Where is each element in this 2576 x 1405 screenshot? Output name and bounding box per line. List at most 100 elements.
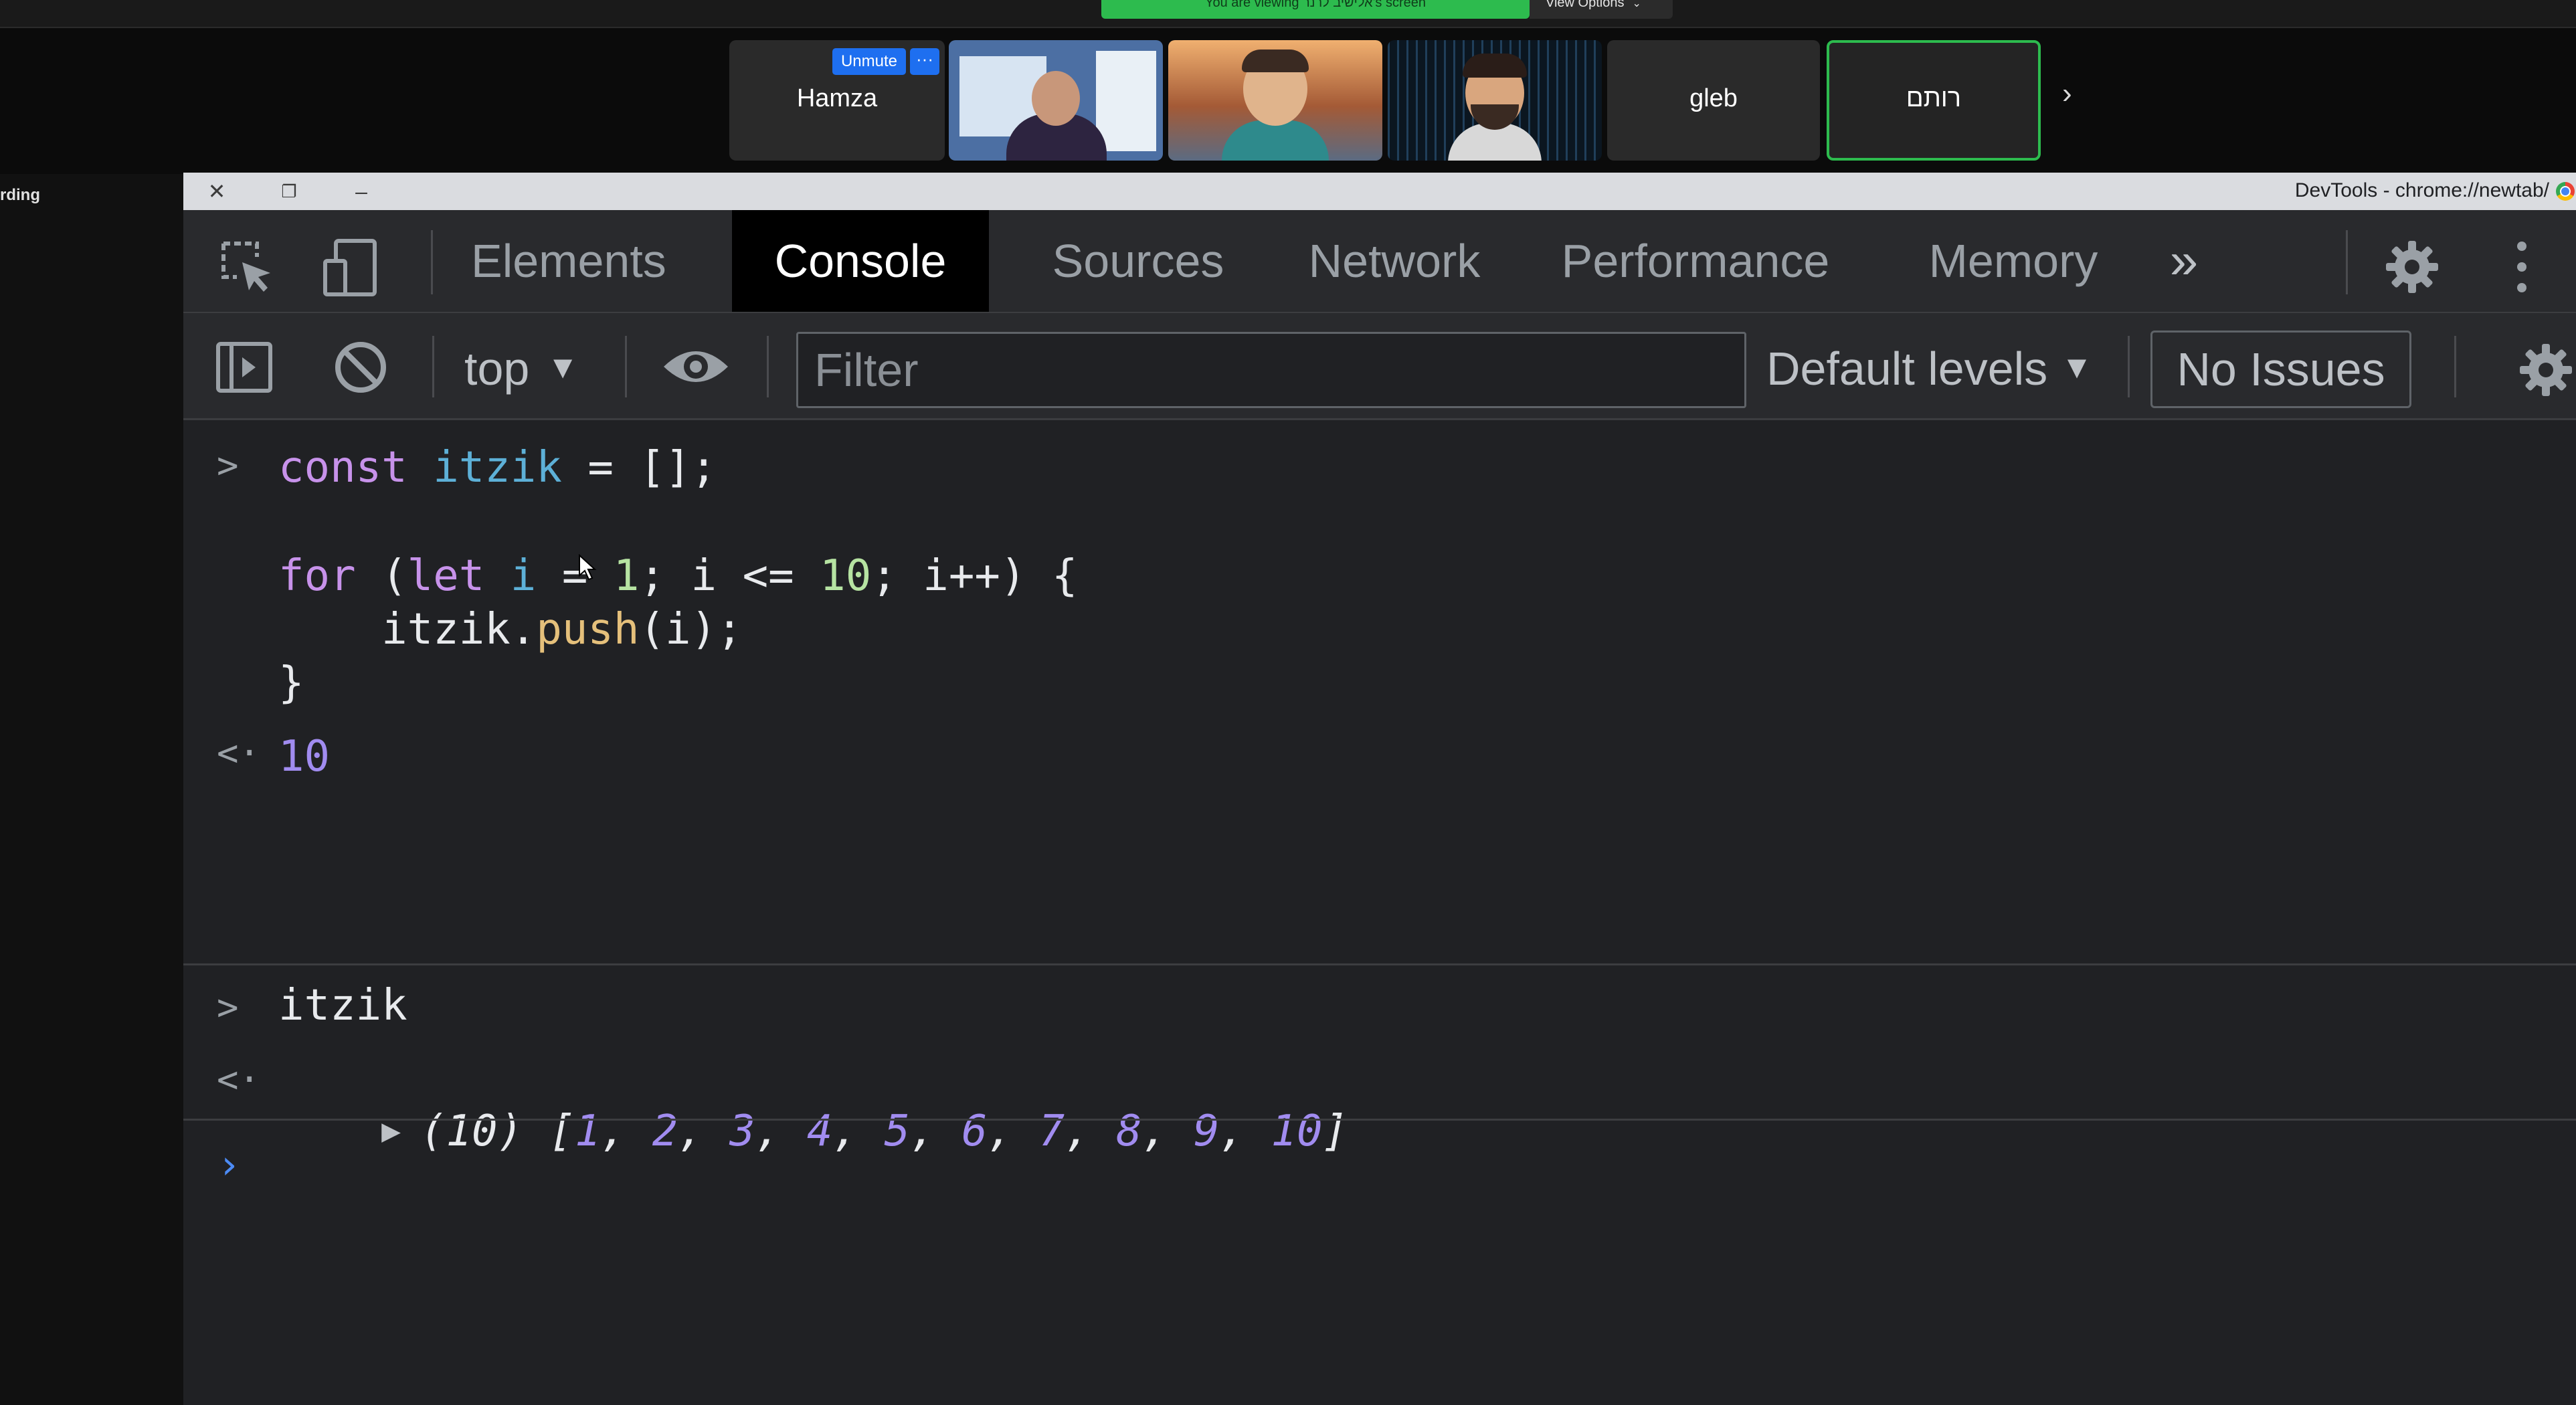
view-options-label: View Options [1546, 0, 1625, 10]
output-return-icon: <· [217, 1058, 261, 1101]
log-levels-dropdown[interactable]: Default levels ▼ [1766, 328, 2093, 408]
code-number: 10 [820, 551, 872, 601]
code-variable: i [484, 551, 537, 601]
code-variable: itzik [433, 443, 562, 492]
array-suffix: ] [1322, 1107, 1349, 1156]
tab-console[interactable]: Console [732, 210, 989, 312]
output-return-icon: <· [217, 732, 261, 774]
input-chevron-icon: > [217, 986, 239, 1028]
participant-tile-hamza[interactable]: Unmute ··· Hamza [729, 40, 945, 161]
entry-divider [183, 1119, 2576, 1121]
tab-memory[interactable]: Memory [1910, 210, 2117, 312]
avatar-hair [1463, 54, 1527, 78]
array-item: 1 [575, 1107, 601, 1156]
participant-video-avatar-2[interactable] [1388, 40, 1602, 161]
participant-video-avatar-1[interactable] [1168, 40, 1382, 161]
console-output[interactable]: > const itzik = []; for (let i = 1; i <=… [183, 420, 2576, 1405]
chevron-down-icon: ⌄ [1632, 0, 1641, 9]
array-item: 3 [729, 1107, 755, 1156]
array-item: 5 [884, 1107, 911, 1156]
toolbar-divider [432, 336, 434, 397]
console-prompt-icon[interactable]: › [217, 1141, 241, 1188]
video-background [1096, 51, 1156, 151]
code-keyword: const [278, 443, 407, 492]
code-text: = [536, 551, 614, 601]
device-toolbar-icon[interactable] [321, 237, 381, 297]
expand-triangle-icon[interactable]: ▶ [381, 1112, 420, 1149]
code-line: const itzik = []; [278, 443, 717, 492]
toolbar-divider [767, 336, 769, 397]
code-text: ( [355, 551, 407, 601]
minimize-icon[interactable]: – [348, 178, 375, 205]
tab-network[interactable]: Network [1287, 210, 1501, 312]
array-prefix: (10) [ [420, 1107, 575, 1156]
array-item: 6 [961, 1107, 988, 1156]
view-options-button[interactable]: View Options ⌄ [1530, 0, 1673, 19]
code-text: = []; [561, 443, 717, 492]
screen-share-banner-text: You are viewing אלישיב לרנר's screen [1204, 0, 1427, 10]
toolbar-divider [2128, 336, 2130, 397]
console-toolbar: top ▼ Default levels ▼ No Issues [183, 313, 2576, 420]
live-expression-eye-icon[interactable] [661, 340, 731, 393]
restore-icon[interactable]: ❐ [276, 178, 302, 205]
participant-name: Hamza [796, 84, 878, 112]
video-person-head [1032, 71, 1080, 126]
avatar-body [1222, 120, 1329, 161]
toolbar-divider [431, 230, 433, 294]
mouse-cursor-icon [579, 554, 597, 581]
issues-button[interactable]: No Issues [2150, 331, 2411, 408]
more-tabs-icon[interactable]: » [2157, 210, 2211, 312]
window-title: DevTools - chrome://newtab/ [2294, 179, 2549, 201]
avatar-hair [1242, 50, 1309, 72]
devtools-window: ✕ ❐ – DevTools - chrome://newtab/ Elemen… [183, 173, 2576, 1405]
input-chevron-icon: > [217, 444, 239, 486]
toolbar-divider [625, 336, 627, 397]
context-selector-label: top [464, 343, 530, 395]
participant-video-office[interactable] [949, 40, 1163, 161]
window-title-bar: ✕ ❐ – DevTools - chrome://newtab/ [183, 173, 2576, 210]
array-item: 4 [806, 1107, 833, 1156]
array-item: 10 [1271, 1107, 1323, 1156]
dropdown-triangle-icon: ▼ [547, 350, 579, 385]
code-line: itzik [278, 981, 407, 1030]
filter-input[interactable] [796, 332, 1746, 408]
settings-gear-icon[interactable] [2382, 237, 2442, 297]
left-panel [0, 174, 183, 1405]
code-function: push [536, 605, 640, 654]
dropdown-triangle-icon: ▼ [2061, 350, 2093, 385]
console-settings-gear-icon[interactable] [2516, 340, 2576, 400]
code-text: (i); [639, 605, 743, 654]
recording-label: rding [0, 186, 40, 204]
code-line: for (let i = 1; i <= 10; i++) { [278, 551, 1077, 601]
clear-console-icon[interactable] [332, 339, 389, 396]
tab-elements[interactable]: Elements [471, 210, 666, 312]
chrome-logo-icon [2556, 182, 2575, 201]
tab-sources[interactable]: Sources [1028, 210, 1249, 312]
devtools-tab-bar: Elements Console Sources Network Perform… [183, 210, 2576, 313]
next-participants-arrow[interactable]: › [2062, 79, 2072, 108]
code-text: ; i <= [639, 551, 820, 601]
participant-name: gleb [1689, 84, 1738, 112]
screen-share-banner: You are viewing אלישיב לרנר's screen [1101, 0, 1530, 19]
unmute-button[interactable]: Unmute [832, 48, 906, 75]
code-text: ; i++) { [871, 551, 1078, 601]
show-sidebar-icon[interactable] [214, 337, 274, 397]
log-levels-label: Default levels [1766, 343, 2048, 395]
inspect-element-icon[interactable] [217, 237, 277, 297]
array-result[interactable]: ▶ (10) [1, 2, 3, 4, 5, 6, 7, 8, 9, 10] [278, 1057, 1348, 1206]
array-item: 7 [1038, 1107, 1065, 1156]
code-number: 1 [613, 551, 640, 601]
participant-tile-gleb[interactable]: gleb [1607, 40, 1820, 161]
more-options-button[interactable]: ··· [910, 48, 939, 75]
kebab-menu-icon[interactable] [2492, 237, 2552, 297]
array-item: 9 [1193, 1107, 1220, 1156]
code-keyword: for [278, 551, 356, 601]
participant-tile-rotem[interactable]: רותם [1827, 40, 2041, 161]
context-selector[interactable]: top ▼ [464, 328, 579, 408]
array-item: 2 [652, 1107, 678, 1156]
toolbar-divider [2346, 230, 2348, 294]
code-text: itzik. [278, 605, 537, 654]
close-icon[interactable]: ✕ [203, 178, 230, 205]
code-keyword: let [407, 551, 485, 601]
tab-performance[interactable]: Performance [1548, 210, 1843, 312]
